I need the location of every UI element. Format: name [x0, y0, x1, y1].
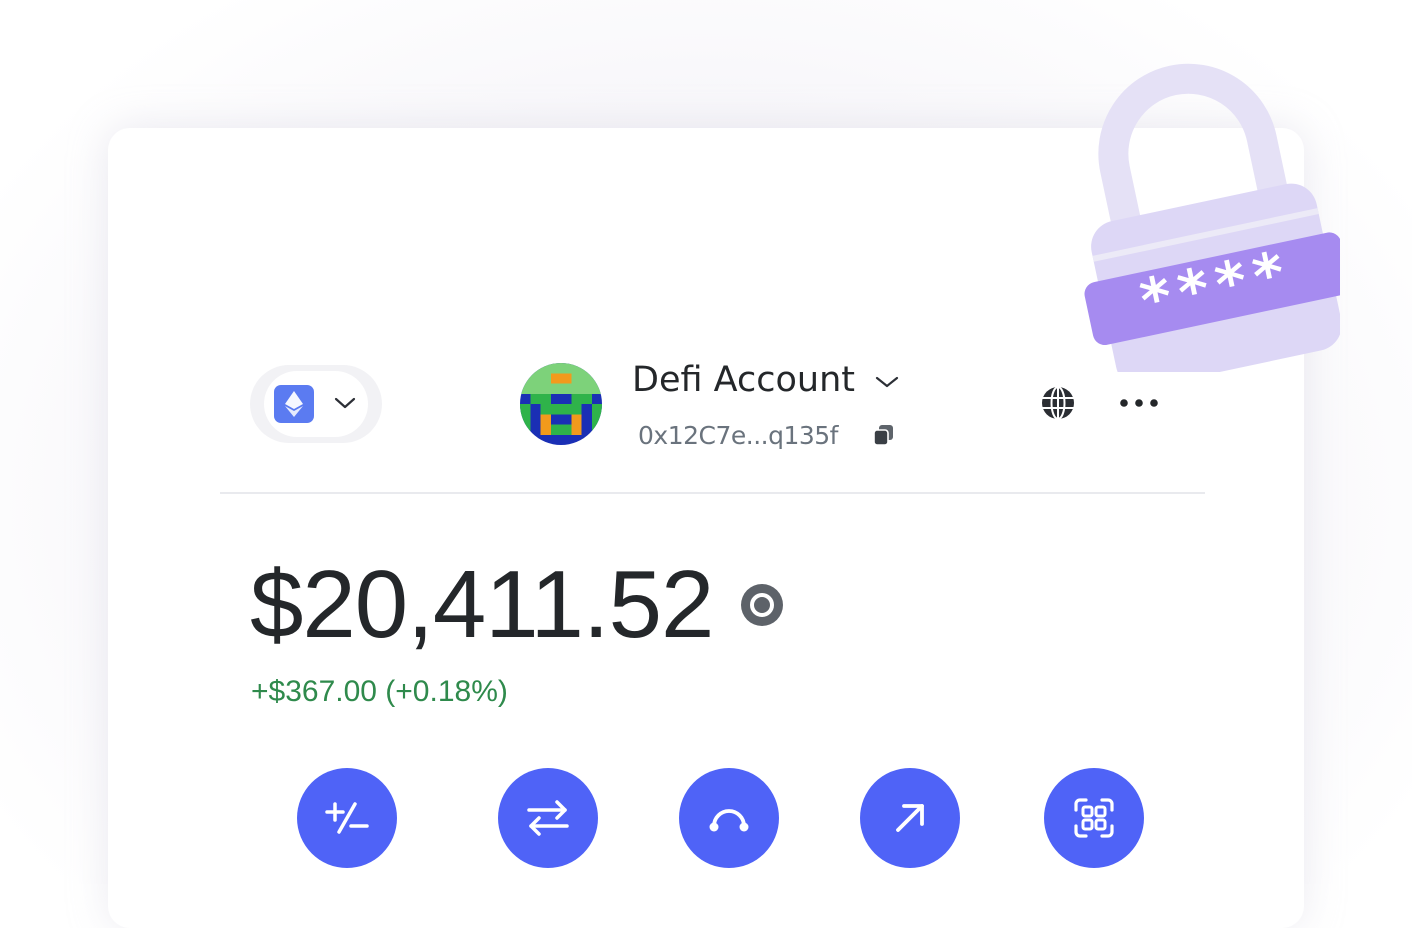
scan-qr-button[interactable] [1044, 768, 1144, 868]
scan-qr-icon [1074, 798, 1114, 838]
swap-icon [527, 800, 569, 836]
header-divider [220, 492, 1205, 494]
balance-change: +$367.00 (+0.18%) [251, 675, 508, 708]
send-icon [896, 804, 924, 832]
globe-icon[interactable] [1039, 384, 1077, 422]
copy-icon[interactable] [872, 423, 896, 447]
more-horizontal-icon[interactable] [1118, 393, 1160, 413]
account-name: Defi Account [632, 360, 855, 400]
buy-sell-button[interactable] [297, 768, 397, 868]
eye-icon[interactable] [736, 582, 788, 628]
send-button[interactable] [860, 768, 960, 868]
swap-button[interactable] [498, 768, 598, 868]
padlock-password-icon: **** [1084, 63, 1340, 372]
bridge-icon [709, 809, 749, 832]
account-address: 0x12C7e...q135f [638, 421, 838, 450]
account-selector[interactable]: Defi Account [632, 356, 899, 404]
chevron-down-icon [875, 376, 899, 388]
bridge-button[interactable] [679, 768, 779, 868]
avatar[interactable] [520, 363, 602, 445]
buy-sell-icon [325, 802, 369, 834]
network-selector[interactable] [250, 365, 382, 443]
ethereum-icon [274, 385, 314, 423]
total-balance: $20,411.52 [250, 551, 714, 658]
chevron-down-icon [334, 397, 356, 409]
